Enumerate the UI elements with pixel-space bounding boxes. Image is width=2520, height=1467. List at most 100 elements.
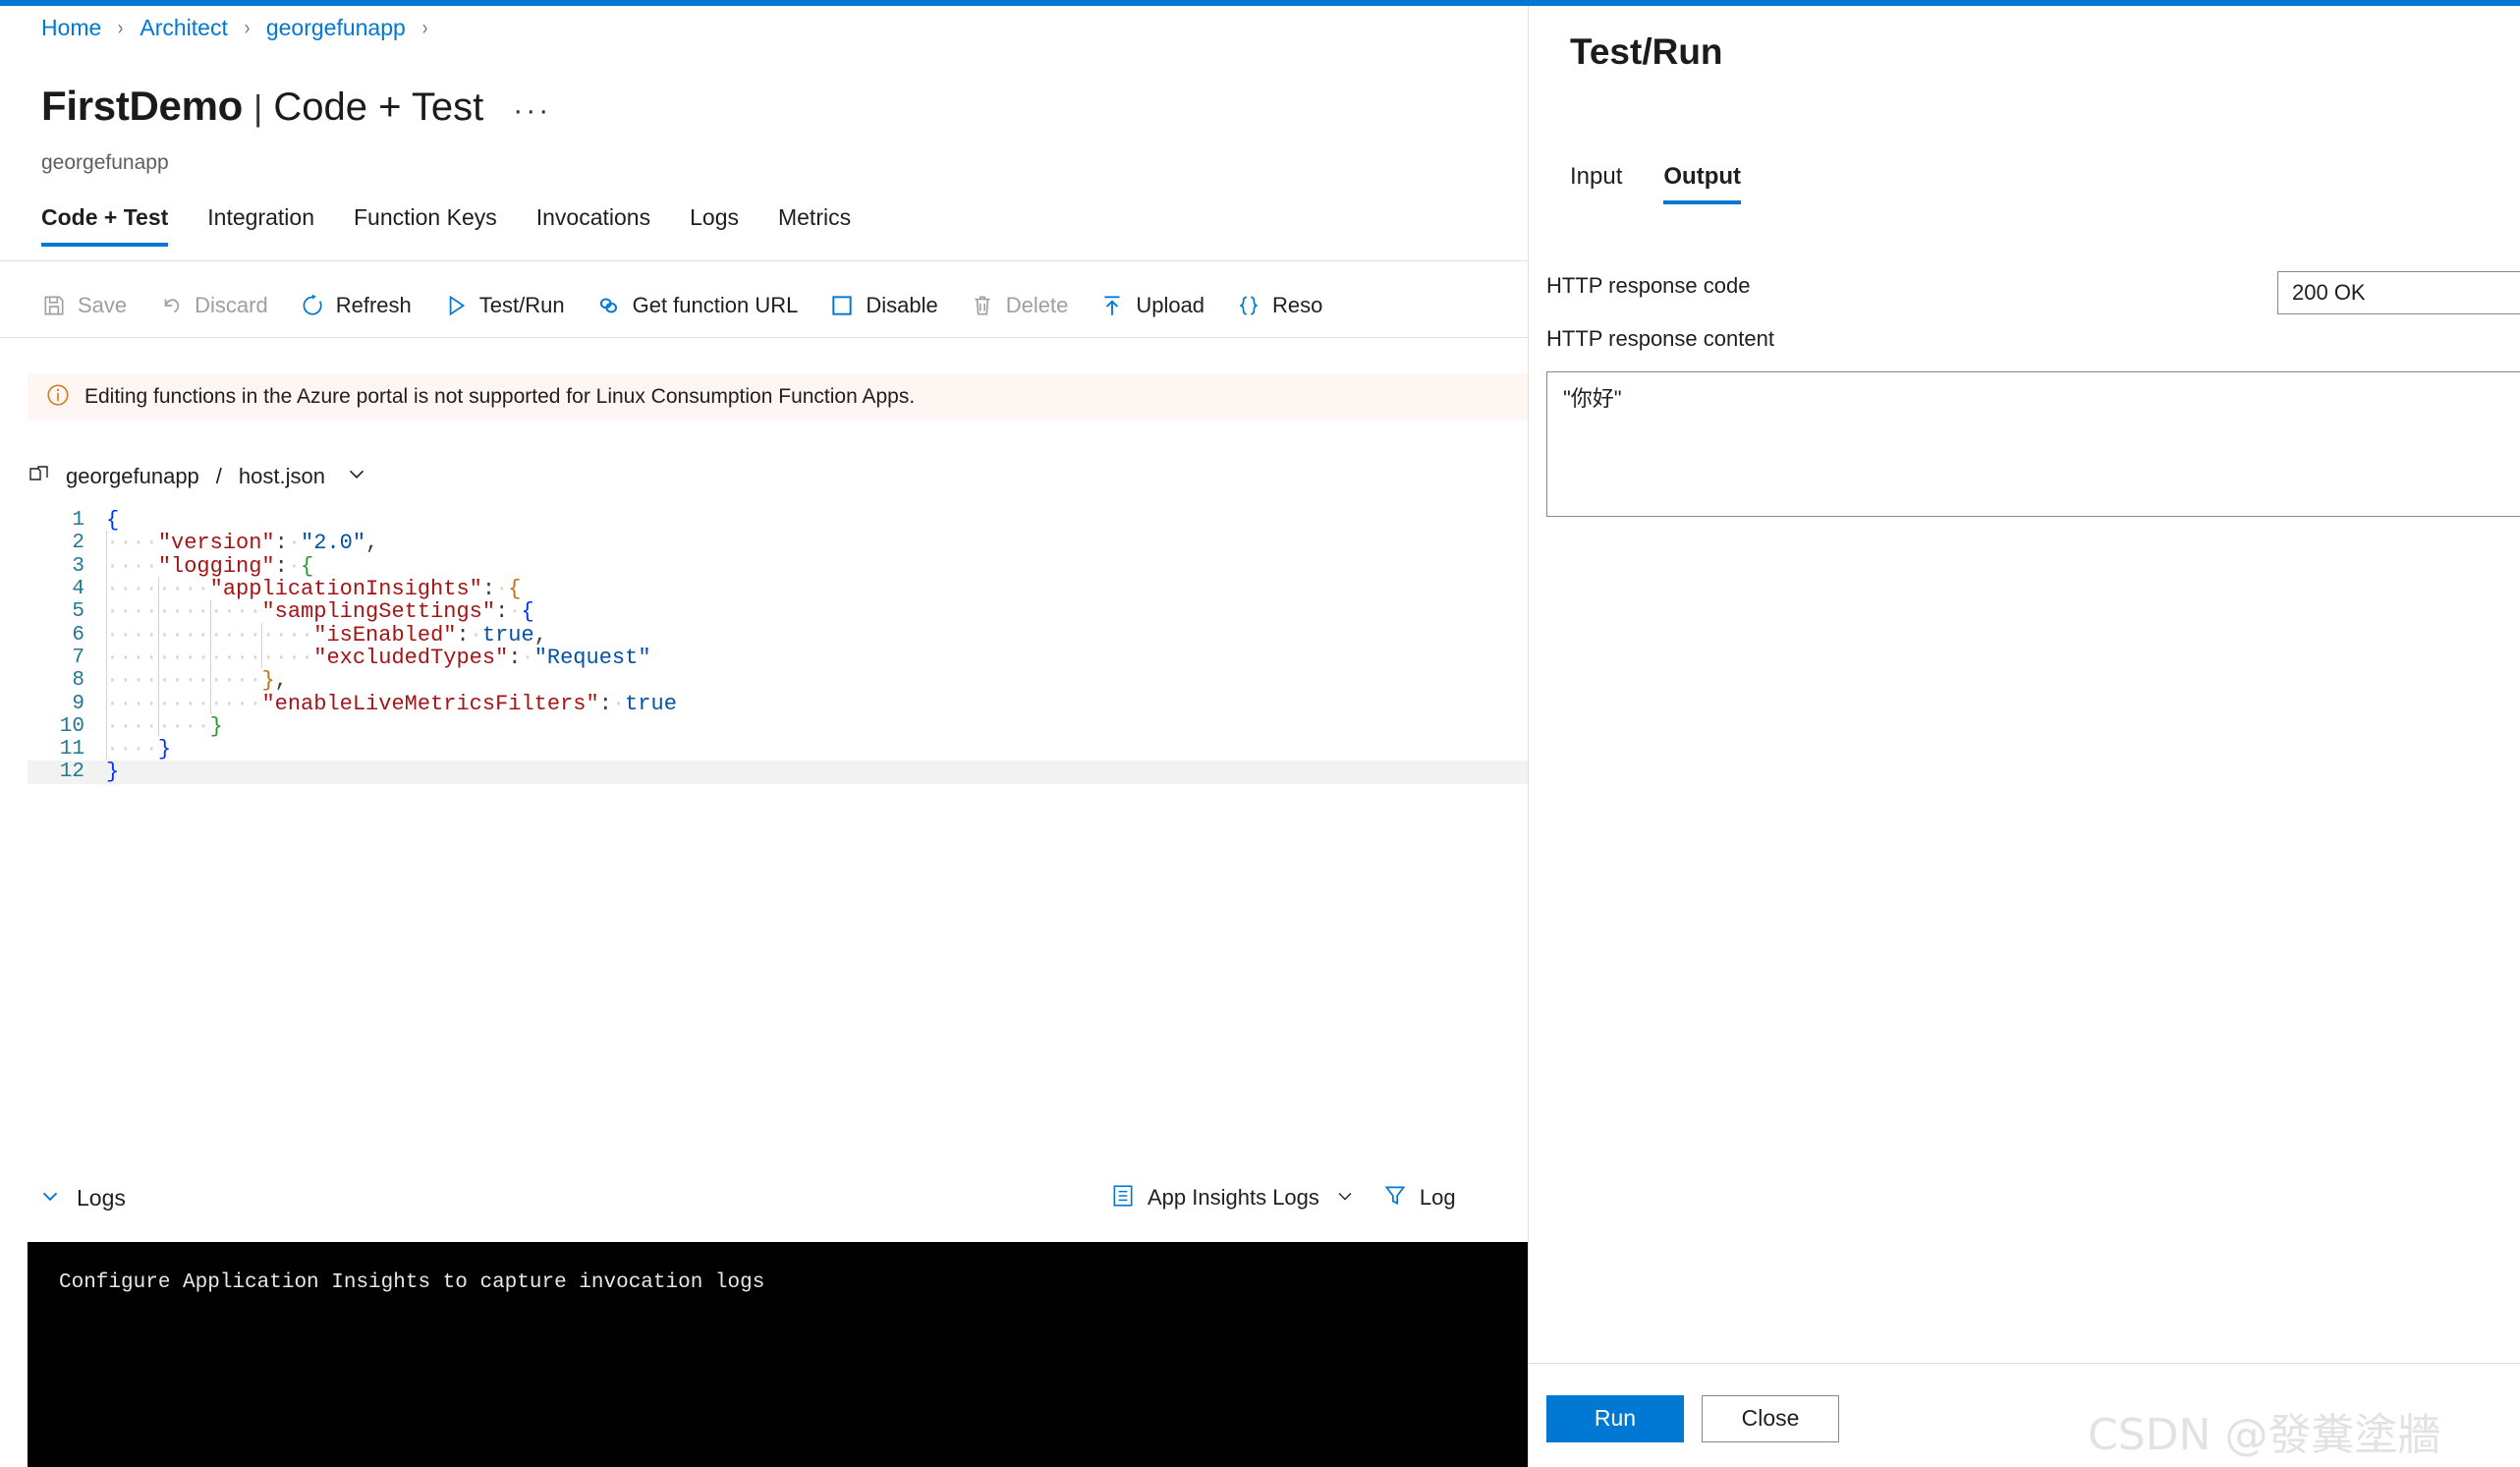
save-button[interactable]: Save	[41, 293, 127, 318]
indent-guide	[106, 553, 107, 578]
delete-button-label: Delete	[1005, 293, 1069, 317]
line-number: 10	[59, 714, 84, 738]
http-response-content-textarea[interactable]	[1546, 371, 2520, 517]
refresh-icon	[300, 293, 325, 318]
breadcrumb-separator-icon: ›	[118, 16, 124, 39]
chevron-down-icon	[37, 1183, 63, 1213]
code-line: 10 ········}	[28, 713, 1528, 739]
indent-guide	[261, 645, 263, 669]
line-number: 7	[72, 646, 84, 669]
indent-guide	[106, 531, 107, 554]
page-title-section: Code + Test	[273, 85, 484, 129]
breadcrumb-item-georgefunapp[interactable]: georgefunapp	[266, 15, 406, 41]
line-number: 4	[72, 578, 84, 601]
tab-input[interactable]: Input	[1570, 163, 1622, 204]
http-response-code-input[interactable]	[2277, 271, 2520, 314]
refresh-button-label: Refresh	[335, 293, 412, 317]
more-options-icon[interactable]: ···	[513, 96, 551, 126]
run-button[interactable]: Run	[1546, 1394, 1684, 1442]
get-function-url-label: Get function URL	[632, 293, 799, 317]
tab-output[interactable]: Output	[1663, 163, 1741, 204]
breadcrumb-item-architect[interactable]: Architect	[140, 15, 227, 41]
logs-panel-header: Logs App Insights Logs Log	[0, 1171, 1528, 1224]
test-run-panel: Test/Run Input Output HTTP response code…	[1528, 6, 2520, 1467]
delete-button[interactable]: Delete	[970, 293, 1069, 318]
square-icon	[829, 293, 855, 318]
indent-guide	[209, 645, 211, 669]
indent-guide	[106, 645, 107, 669]
logs-toggle-label: Logs	[77, 1184, 126, 1211]
indent-guide	[157, 668, 159, 692]
line-number: 6	[72, 623, 84, 647]
code-text: ············},	[106, 668, 288, 694]
code-line: 12}	[28, 760, 1528, 785]
line-number: 2	[72, 532, 84, 555]
disable-button[interactable]: Disable	[829, 293, 938, 318]
resource-subtitle: georgefunapp	[41, 151, 169, 174]
list-icon	[1110, 1183, 1136, 1213]
code-line: 8 ············},	[28, 668, 1528, 694]
tab-integration[interactable]: Integration	[207, 198, 314, 247]
app-insights-logs-label: App Insights Logs	[1148, 1185, 1319, 1210]
save-button-label: Save	[78, 293, 128, 317]
log-console[interactable]: Configure Application Insights to captur…	[28, 1242, 1528, 1467]
link-icon	[596, 293, 622, 318]
code-text: ····"logging":·{	[106, 553, 314, 579]
resource-json-label: Reso	[1272, 293, 1323, 317]
file-breadcrumb-file[interactable]: host.json	[239, 464, 325, 489]
code-line: 9 ············"enableLiveMetricsFilters":…	[28, 691, 1528, 716]
get-function-url-button[interactable]: Get function URL	[596, 293, 799, 318]
breadcrumb: Home › Architect › georgefunapp ›	[41, 15, 444, 41]
code-editor[interactable]: 1{2 ····"version":·"2.0", 3 ····"logging":·…	[28, 509, 1528, 1148]
indent-guide	[157, 713, 159, 738]
code-line: 3 ····"logging":·{	[28, 553, 1528, 579]
info-banner: Editing functions in the Azure portal is…	[28, 373, 1528, 421]
command-bar: Save Discard Refresh Test/Run Get functi…	[41, 283, 1354, 328]
braces-icon	[1236, 293, 1261, 318]
upload-button[interactable]: Upload	[1099, 293, 1204, 318]
tab-code-test[interactable]: Code + Test	[41, 198, 169, 247]
tabstrip-divider	[0, 260, 1528, 261]
indent-guide	[106, 737, 107, 761]
logs-filter-button[interactable]: Log	[1382, 1183, 1456, 1213]
indent-guide	[106, 622, 107, 646]
indent-guide	[157, 645, 159, 669]
indent-guide	[106, 577, 107, 600]
indent-guide	[157, 622, 159, 646]
file-breadcrumb-folder[interactable]: georgefunapp	[66, 464, 199, 489]
refresh-button[interactable]: Refresh	[300, 293, 412, 318]
code-line: 2 ····"version":·"2.0",	[28, 531, 1528, 556]
log-console-message: Configure Application Insights to captur…	[59, 1271, 765, 1294]
discard-button[interactable]: Discard	[158, 293, 268, 318]
indent-guide	[157, 577, 159, 600]
tab-function-keys[interactable]: Function Keys	[354, 198, 497, 247]
indent-guide	[106, 713, 107, 738]
indent-guide	[261, 622, 263, 646]
tab-invocations[interactable]: Invocations	[536, 198, 650, 247]
logs-actions: App Insights Logs Log	[1110, 1171, 1482, 1224]
code-text: ····"version":·"2.0",	[106, 531, 379, 556]
breadcrumb-item-home[interactable]: Home	[41, 15, 101, 41]
test-run-button[interactable]: Test/Run	[443, 293, 565, 318]
code-text: }	[106, 760, 120, 785]
tab-logs[interactable]: Logs	[690, 198, 739, 247]
code-text: ········"applicationInsights":·{	[106, 577, 522, 602]
app-insights-logs-selector[interactable]: App Insights Logs	[1110, 1183, 1357, 1213]
tab-metrics[interactable]: Metrics	[778, 198, 851, 247]
chevron-down-icon[interactable]	[344, 461, 369, 491]
indent-guide	[157, 599, 159, 623]
disable-button-label: Disable	[866, 293, 938, 317]
indent-guide	[157, 691, 159, 714]
line-number: 3	[72, 554, 84, 578]
save-icon	[41, 293, 67, 318]
breadcrumb-separator-icon: ›	[421, 16, 428, 39]
code-line: 5 ············"samplingSettings":·{	[28, 599, 1528, 624]
panel-footer: Run Close	[1529, 1364, 2520, 1467]
panel-tab-strip: Input Output	[1570, 163, 1782, 204]
panel-title: Test/Run	[1570, 31, 1723, 72]
resource-json-button[interactable]: Reso	[1236, 293, 1322, 318]
discard-icon	[158, 293, 184, 318]
logs-collapse-toggle[interactable]: Logs	[37, 1183, 126, 1213]
close-button[interactable]: Close	[1702, 1394, 1839, 1442]
indent-guide	[209, 668, 211, 692]
